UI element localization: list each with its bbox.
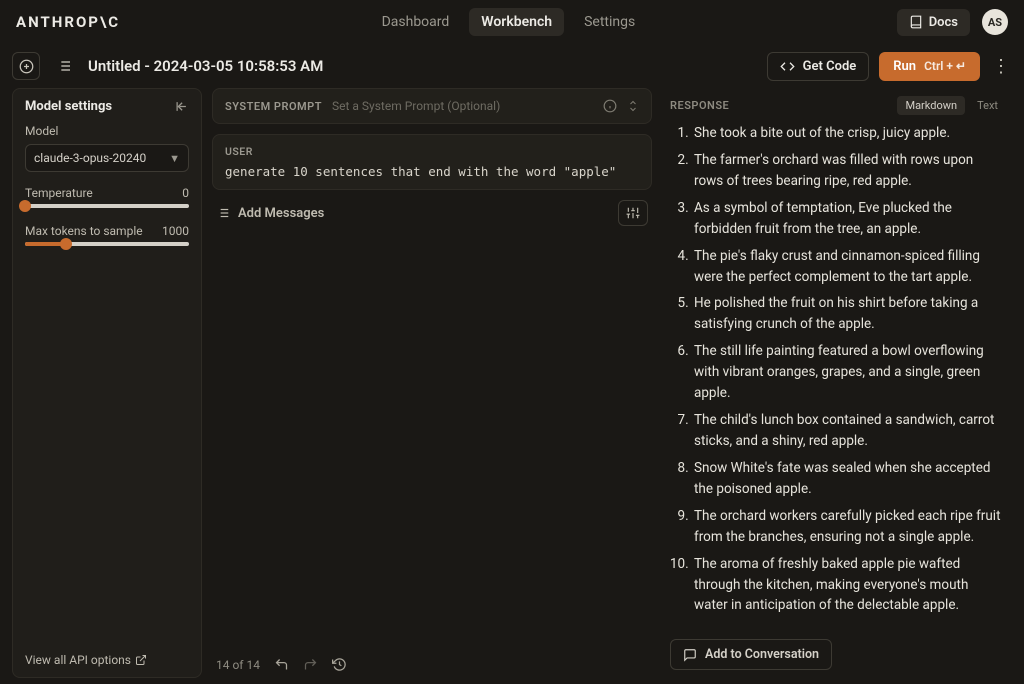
response-item: The child's lunch box contained a sandwi… [692, 410, 1004, 452]
view-api-options-link[interactable]: View all API options [25, 653, 189, 667]
list-button[interactable] [50, 52, 78, 80]
system-prompt-card[interactable]: SYSTEM PROMPT Set a System Prompt (Optio… [212, 88, 652, 124]
brand-logo: ANTHROP\C [16, 13, 120, 31]
external-link-icon [135, 654, 147, 666]
get-code-label: Get Code [803, 59, 857, 74]
model-value: claude-3-opus-20240 [34, 151, 146, 165]
run-shortcut: Ctrl + ↵ [924, 59, 966, 73]
add-messages-icon [216, 206, 230, 220]
redo-icon[interactable] [303, 657, 318, 672]
run-label: Run [893, 59, 916, 74]
model-select[interactable]: claude-3-opus-20240 ▼ [25, 144, 189, 172]
response-item: The aroma of freshly baked apple pie waf… [692, 554, 1004, 617]
system-prompt-label: SYSTEM PROMPT [225, 100, 322, 113]
max-tokens-value: 1000 [162, 224, 189, 238]
info-icon[interactable] [603, 99, 617, 113]
model-label: Model [25, 124, 189, 138]
nav-workbench[interactable]: Workbench [469, 8, 564, 36]
new-button[interactable] [12, 52, 40, 80]
response-item: The still life painting featured a bowl … [692, 341, 1004, 404]
user-text: generate 10 sentences that end with the … [225, 164, 639, 179]
undo-icon[interactable] [274, 657, 289, 672]
response-item: He polished the fruit on his shirt befor… [692, 293, 1004, 335]
response-item: The orchard workers carefully picked eac… [692, 506, 1004, 548]
expand-icon[interactable] [627, 99, 639, 113]
history-icon[interactable] [332, 657, 347, 672]
user-message-card[interactable]: USER generate 10 sentences that end with… [212, 134, 652, 190]
temperature-slider[interactable] [25, 204, 189, 208]
response-item: The pie's flaky crust and cinnamon-spice… [692, 246, 1004, 288]
response-item: She took a bite out of the crisp, juicy … [692, 123, 1004, 144]
add-to-conversation-label: Add to Conversation [705, 647, 819, 662]
user-label: USER [225, 145, 639, 158]
chat-icon [683, 648, 697, 662]
nav-dashboard[interactable]: Dashboard [370, 8, 462, 36]
add-to-conversation-button[interactable]: Add to Conversation [670, 639, 832, 670]
system-prompt-placeholder: Set a System Prompt (Optional) [332, 99, 593, 113]
code-icon [780, 59, 795, 74]
response-label: RESPONSE [670, 99, 729, 112]
model-settings-panel: Model settings Model claude-3-opus-20240… [12, 88, 202, 678]
response-item: Snow White's fate was sealed when she ac… [692, 458, 1004, 500]
response-item: The farmer's orchard was filled with row… [692, 150, 1004, 192]
max-tokens-label: Max tokens to sample [25, 224, 143, 238]
settings-title: Model settings [25, 99, 112, 114]
more-menu[interactable]: ⋮ [990, 56, 1012, 77]
response-item: As a symbol of temptation, Eve plucked t… [692, 198, 1004, 240]
api-link-label: View all API options [25, 653, 131, 667]
collapse-panel-icon[interactable] [174, 99, 189, 114]
add-messages-button[interactable]: Add Messages [216, 206, 324, 221]
max-tokens-slider[interactable] [25, 242, 189, 246]
response-body: She took a bite out of the crisp, juicy … [662, 123, 1012, 631]
get-code-button[interactable]: Get Code [767, 52, 870, 81]
temperature-value: 0 [182, 186, 189, 200]
add-messages-label: Add Messages [238, 206, 324, 221]
view-text-tab[interactable]: Text [969, 96, 1006, 115]
nav-settings[interactable]: Settings [572, 8, 647, 36]
docs-button[interactable]: Docs [897, 9, 970, 36]
book-icon [909, 15, 923, 29]
adjust-button[interactable] [618, 200, 648, 226]
view-markdown-tab[interactable]: Markdown [897, 96, 965, 115]
run-button[interactable]: Run Ctrl + ↵ [879, 52, 980, 81]
docs-label: Docs [929, 15, 958, 30]
document-title[interactable]: Untitled - 2024-03-05 10:58:53 AM [88, 57, 323, 75]
avatar[interactable]: AS [982, 9, 1008, 35]
chevron-down-icon: ▼ [169, 152, 180, 165]
message-counter: 14 of 14 [216, 658, 260, 672]
temperature-label: Temperature [25, 186, 93, 200]
